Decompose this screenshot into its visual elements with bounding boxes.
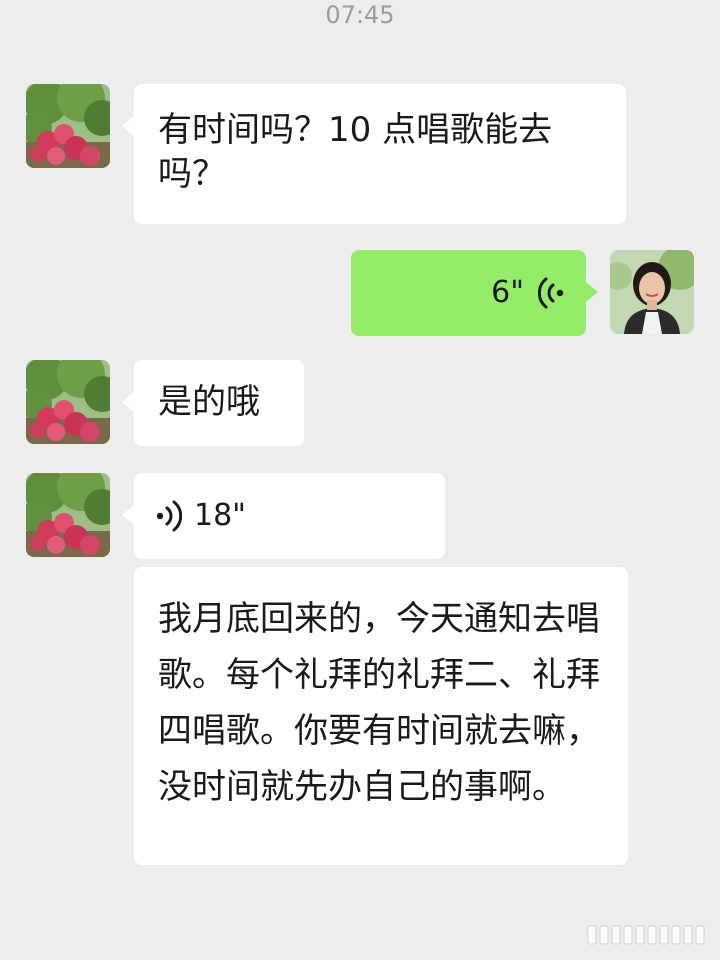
self-avatar[interactable] — [610, 250, 694, 334]
message-bubble-incoming[interactable]: 有时间吗？10 点唱歌能去吗？ — [134, 84, 626, 224]
watermark-logo — [587, 925, 705, 945]
voice-message-outgoing[interactable]: 6" — [351, 250, 586, 336]
bubble-tail — [122, 505, 134, 525]
contact-avatar[interactable] — [26, 473, 110, 557]
message-bubble-incoming[interactable]: 是的哦 — [134, 360, 304, 446]
voice-message-incoming[interactable]: 18" — [134, 473, 445, 559]
message-bubble-incoming[interactable]: 我月底回来的，今天通知去唱歌。每个礼拜的礼拜二、礼拜四唱歌。你要有时间就去嘛，没… — [134, 567, 628, 865]
woman-portrait-icon — [610, 250, 694, 334]
contact-avatar[interactable] — [26, 84, 110, 168]
message-timestamp: 07:45 — [325, 1, 395, 29]
flowering-tree-icon — [26, 473, 110, 557]
message-text: 有时间吗？10 点唱歌能去吗？ — [158, 110, 553, 194]
flowering-tree-icon — [26, 360, 110, 444]
flowering-tree-icon — [26, 84, 110, 168]
voice-wave-icon — [538, 277, 564, 309]
bubble-tail — [122, 116, 134, 136]
voice-wave-icon — [156, 500, 182, 532]
bubble-tail — [586, 282, 598, 302]
message-text: 我月底回来的，今天通知去唱歌。每个礼拜的礼拜二、礼拜四唱歌。你要有时间就去嘛，没… — [158, 599, 600, 807]
contact-avatar[interactable] — [26, 360, 110, 444]
message-text: 是的哦 — [158, 382, 260, 422]
voice-duration: 18" — [194, 498, 246, 533]
voice-duration: 6" — [491, 275, 524, 310]
bubble-tail — [122, 392, 134, 412]
